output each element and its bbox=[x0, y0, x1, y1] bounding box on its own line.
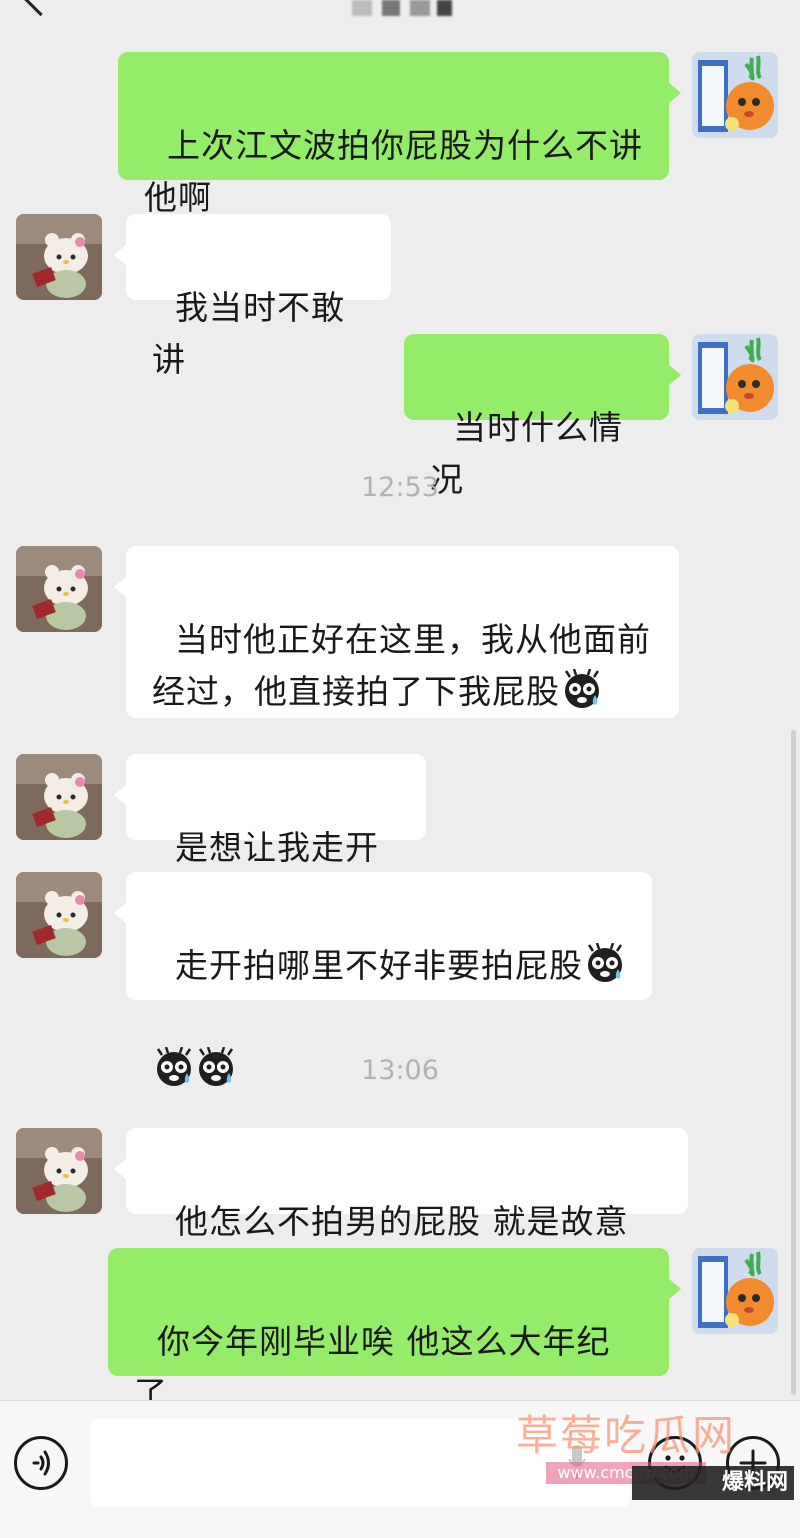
chat-title-blurred bbox=[352, 0, 452, 16]
watermark-text: 草莓吃瓜网 bbox=[516, 1411, 737, 1460]
contact-avatar[interactable] bbox=[16, 546, 102, 632]
message-text: 上次江文波拍你屁股为什么不讲 他啊 bbox=[144, 126, 643, 217]
my-avatar[interactable] bbox=[692, 334, 778, 420]
my-message-bubble[interactable]: 你今年刚毕业唉 他这么大年纪了 无语 bbox=[108, 1248, 681, 1465]
contact-message-bubble[interactable]: 我当时不敢讲 bbox=[114, 214, 391, 379]
contact-message-bubble[interactable]: 当时他正好在这里，我从他面前 经过，他直接拍了下我屁股 bbox=[114, 546, 679, 813]
contact-avatar[interactable] bbox=[16, 214, 102, 300]
voice-button[interactable] bbox=[14, 1436, 68, 1490]
contact-message-bubble[interactable]: 他怎么不拍男的屁股 就是故意的 bbox=[114, 1128, 688, 1293]
contact-message-bubble[interactable]: 走开拍哪里不好非要拍屁股 bbox=[114, 872, 652, 1087]
sweat-skull-emoji bbox=[586, 943, 624, 983]
my-avatar[interactable] bbox=[692, 52, 778, 138]
contact-avatar[interactable] bbox=[16, 1128, 102, 1214]
scrollbar[interactable] bbox=[791, 730, 796, 1395]
sweat-skull-emoji bbox=[563, 669, 601, 709]
my-avatar[interactable] bbox=[692, 1248, 778, 1334]
my-message-bubble[interactable]: 上次江文波拍你屁股为什么不讲 他啊 bbox=[118, 52, 681, 217]
back-arrow-icon[interactable] bbox=[22, 0, 59, 17]
message-timestamp: 13:06 bbox=[361, 1055, 439, 1086]
message-timestamp: 12:53 bbox=[361, 472, 439, 503]
my-message-bubble[interactable]: 当时什么情况 bbox=[404, 334, 681, 499]
message-text: 我当时不敢讲 bbox=[152, 288, 345, 379]
contact-message-bubble[interactable]: 是想让我走开吗 bbox=[114, 754, 426, 919]
chat-header bbox=[0, 0, 800, 22]
contact-avatar[interactable] bbox=[16, 754, 102, 840]
contact-avatar[interactable] bbox=[16, 872, 102, 958]
message-text: 走开拍哪里不好非要拍屁股 bbox=[174, 946, 583, 985]
watermark-brand: 爆料网 bbox=[632, 1466, 794, 1500]
voice-icon bbox=[32, 1450, 50, 1476]
